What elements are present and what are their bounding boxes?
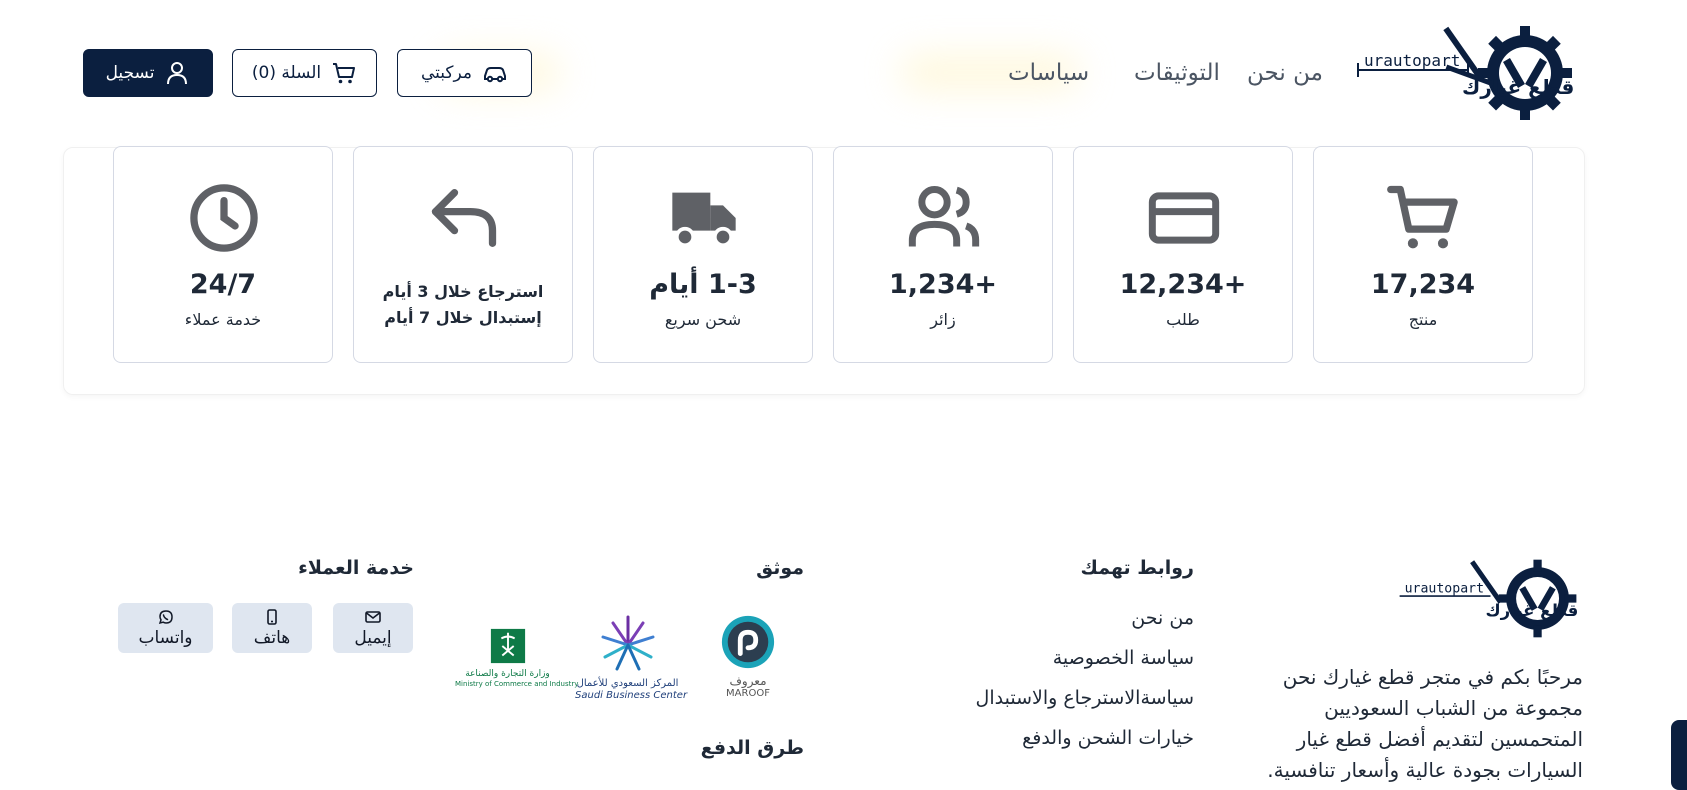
car-icon [484, 67, 507, 83]
site-logo[interactable]: urautopart قطع غيارك [1350, 18, 1580, 128]
users-icon [908, 186, 980, 247]
footer-payment-title: طرق الدفع [700, 737, 804, 759]
whatsapp-label: واتساب [138, 628, 193, 648]
moci-ar: وزارة التجارة والصناعة [465, 669, 550, 679]
stat-label: خدمة عملاء [184, 310, 262, 329]
moci-logo-icon [490, 628, 525, 664]
sbc-en: Saudi Business Center [575, 690, 688, 701]
credit-card-icon [1148, 192, 1220, 244]
maroof-badge[interactable]: معروف MAROOF [718, 613, 778, 705]
sbc-ar: المركز السعودي للأعمال [576, 678, 679, 689]
clock-icon [190, 184, 258, 252]
stat-card-support: 24/7 خدمة عملاء [113, 146, 333, 363]
maroof-ar: معروف [729, 674, 767, 688]
phone-label: هاتف [253, 628, 291, 648]
truck-icon [672, 192, 736, 248]
phone-button[interactable]: هاتف [232, 603, 312, 653]
register-label: تسجيل [105, 63, 155, 83]
stat-value: 24/7 [189, 269, 257, 300]
cart-label: السلة (0) [251, 63, 322, 83]
return-line: استرجاع خلال 3 أيام [382, 282, 544, 301]
stat-label: طلب [1166, 310, 1200, 329]
stat-return-text: استرجاع خلال 3 أيام إستبدال خلال 7 أيام [354, 279, 572, 331]
cart-icon [333, 63, 356, 84]
nav-about-us[interactable]: من نحن [1247, 60, 1323, 86]
footer-link-about[interactable]: من نحن [1131, 607, 1194, 629]
my-vehicle-label: مركبتي [421, 63, 473, 83]
return-icon [431, 189, 497, 247]
maroof-logo-icon [721, 615, 775, 669]
moci-badge[interactable]: وزارة التجارة والصناعة Ministry of Comme… [455, 627, 579, 692]
stat-card-returns: استرجاع خلال 3 أيام إستبدال خلال 7 أيام [353, 146, 573, 363]
footer-logo: urautopart قطع غيارك [1393, 553, 1583, 648]
svg-text:قطع غيارك: قطع غيارك [1486, 601, 1579, 621]
stat-card-orders: 12,234+ طلب [1073, 146, 1293, 363]
user-icon [167, 62, 188, 85]
footer-trusted-title: موثق [756, 557, 804, 579]
stat-value: 1-3 أيام [649, 269, 757, 300]
svg-text:urautopart: urautopart [1405, 582, 1485, 597]
svg-text:قطع غيارك: قطع غيارك [1462, 75, 1574, 99]
stat-card-products: 17,234 منتج [1313, 146, 1533, 363]
nav-policies[interactable]: سياسات [1008, 60, 1089, 86]
footer-support-title: خدمة العملاء [298, 557, 414, 579]
my-vehicle-button[interactable]: مركبتي [397, 49, 532, 97]
moci-en: Ministry of Commerce and Industry [455, 680, 579, 688]
register-button[interactable]: تسجيل [83, 49, 213, 97]
cart-icon [1387, 185, 1458, 249]
mail-icon [365, 611, 381, 623]
email-button[interactable]: إيميل [333, 603, 413, 653]
stat-value: 17,234 [1370, 269, 1476, 300]
phone-icon [267, 609, 277, 625]
footer-link-shipping[interactable]: خيارات الشحن والدفع [1022, 727, 1194, 749]
stat-card-shipping: 1-3 أيام شحن سريع [593, 146, 813, 363]
sbc-badge[interactable]: المركز السعودي للأعمال Saudi Business Ce… [575, 612, 688, 707]
stat-value: 1,234+ [888, 269, 998, 300]
whatsapp-button[interactable]: واتساب [118, 603, 213, 653]
stat-label: منتج [1408, 310, 1438, 329]
stat-label: شحن سريع [664, 310, 742, 329]
sbc-logo-icon [601, 615, 654, 671]
gear-logo-icon: urautopart قطع غيارك [1399, 559, 1579, 638]
footer-link-returns[interactable]: سياسةالاسترجاع والاستبدال [976, 687, 1194, 709]
footer-link-privacy[interactable]: سياسة الخصوصية [1053, 647, 1194, 669]
svg-text:urautopart: urautopart [1364, 51, 1460, 70]
stat-value: 12,234+ [1119, 269, 1247, 300]
email-label: إيميل [354, 628, 392, 648]
footer-links-title: روابط تهمك [1080, 557, 1194, 579]
maroof-en: MAROOF [726, 688, 770, 699]
whatsapp-icon [158, 610, 173, 625]
nav-certifications[interactable]: التوثيقات [1134, 60, 1220, 86]
stat-card-visitors: 1,234+ زائر [833, 146, 1053, 363]
stat-label: زائر [930, 310, 956, 329]
gear-logo-icon: urautopart قطع غيارك [1357, 26, 1574, 120]
exchange-line: إستبدال خلال 7 أيام [384, 308, 542, 327]
footer-about-text: مرحبًا بكم في متجر قطع غيارك نحن مجموعة … [1267, 665, 1583, 782]
cart-button[interactable]: السلة (0) [232, 49, 377, 97]
